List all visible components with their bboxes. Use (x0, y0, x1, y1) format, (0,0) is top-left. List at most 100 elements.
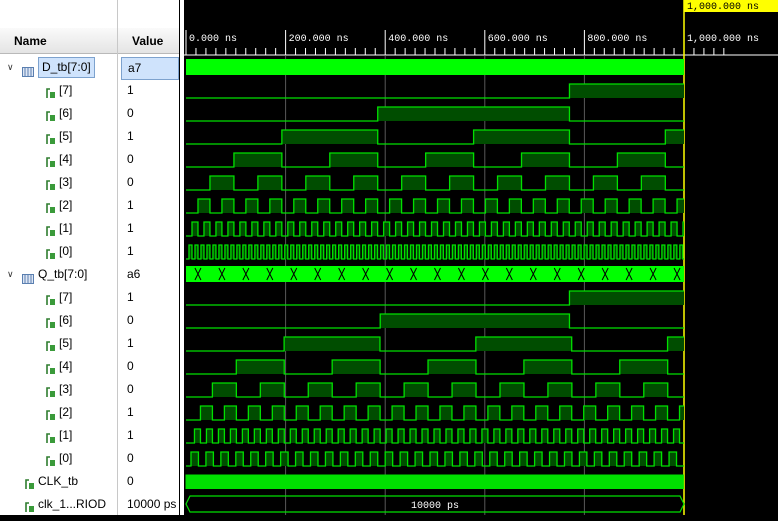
wave-high-fill (461, 199, 474, 213)
wave-high-fill (474, 452, 483, 466)
wave-high-fill (459, 452, 468, 466)
value-column-header[interactable]: Value (118, 28, 179, 54)
signal-row-1[interactable]: [7] (0, 79, 117, 102)
signal-name: [6] (59, 313, 73, 327)
wave-high-fill (455, 222, 462, 236)
signal-row-11[interactable]: [6] (0, 309, 117, 332)
bit-signal-icon (46, 383, 56, 397)
signal-row-15[interactable]: [2] (0, 401, 117, 424)
wave-high-fill (479, 222, 486, 236)
wave-high-fill (398, 429, 405, 443)
signal-name: [3] (59, 175, 73, 189)
wave-high-fill (653, 199, 666, 213)
wave-high-fill (677, 199, 684, 213)
signal-row-5[interactable]: [3] (0, 171, 117, 194)
wave-high-fill (323, 222, 330, 236)
signal-row-9[interactable]: ∨ Q_tb[7:0] (0, 263, 117, 286)
signal-row-8[interactable]: [0] (0, 240, 117, 263)
wave-high-fill (581, 199, 594, 213)
wave-high-fill (649, 429, 656, 443)
wave-high-fill (347, 222, 354, 236)
signal-value: 1 (127, 336, 134, 350)
wave-high-fill (284, 337, 380, 351)
wave-high-fill (341, 199, 354, 213)
signal-row-16[interactable]: [1] (0, 424, 117, 447)
wave-high-fill (593, 176, 618, 190)
signal-row-14[interactable]: [3] (0, 378, 117, 401)
wave-high-fill (356, 383, 381, 397)
expand-chevron-icon[interactable]: ∨ (7, 263, 14, 286)
waveform-canvas[interactable]: 0.000 ns 200.000 ns 400.000 ns 600.000 ns 80… (184, 0, 778, 515)
signal-row-0[interactable]: ∨ D_tb[7:0] (0, 56, 117, 79)
wave-high-fill (553, 429, 560, 443)
wave-high-fill (314, 429, 321, 443)
wave-high-fill (445, 429, 452, 443)
wave-high-fill (523, 360, 572, 374)
signal-row-4[interactable]: [4] (0, 148, 117, 171)
signal-value: a6 (127, 267, 141, 281)
bit-signal-icon (46, 107, 56, 121)
wave-high-fill (385, 452, 393, 466)
wave-high-fill (419, 222, 426, 236)
wave-high-fill (443, 222, 450, 236)
signal-row-18[interactable]: CLK_tb (0, 470, 117, 493)
wave-high-fill (439, 406, 452, 420)
wave-high-fill (489, 452, 498, 466)
wave-high-fill (515, 222, 522, 236)
signal-name: [0] (59, 244, 73, 258)
ruler-tick-label: 600.000 ns (488, 34, 548, 45)
signal-row-10[interactable]: [7] (0, 286, 117, 309)
wave-high-fill (311, 222, 318, 236)
signal-row-12[interactable]: [5] (0, 332, 117, 355)
signal-row-17[interactable]: [0] (0, 447, 117, 470)
wave-high-fill (607, 406, 620, 420)
wave-high-fill (280, 452, 289, 466)
wave-high-fill (673, 429, 680, 443)
bit-signal-icon (25, 475, 35, 489)
wave-high-fill (317, 199, 330, 213)
wave-high-fill (659, 222, 666, 236)
wave-high-fill (647, 222, 654, 236)
wave-high-fill (505, 429, 512, 443)
wave-high-fill (370, 452, 378, 466)
wave-high-fill (587, 222, 594, 236)
wave-high-fill (599, 222, 606, 236)
signal-row-7[interactable]: [1] (0, 217, 117, 240)
wave-high-fill (335, 222, 342, 236)
ruler-tick-label: 0.000 ns (189, 34, 237, 45)
signal-row-13[interactable]: [4] (0, 355, 117, 378)
wave-high-fill (326, 429, 333, 443)
wave-high-fill (679, 406, 684, 420)
bit-signal-icon (46, 406, 56, 420)
wave-high-fill (655, 406, 668, 420)
wave-high-fill (667, 337, 684, 351)
name-column-header[interactable]: Name (0, 28, 117, 54)
signal-name: [1] (59, 221, 73, 235)
wave-high-fill (332, 360, 381, 374)
signal-row-6[interactable]: [2] (0, 194, 117, 217)
bit-signal-icon (46, 130, 56, 144)
wave-high-fill (299, 222, 306, 236)
signal-value: 10000 ps (127, 497, 177, 511)
bit-signal-icon (46, 199, 56, 213)
wave-high-fill (434, 429, 440, 443)
wave-high-fill (205, 452, 214, 466)
wave-high-fill (212, 383, 237, 397)
signal-row-3[interactable]: [5] (0, 125, 117, 148)
bit-signal-icon (46, 337, 56, 351)
wave-high-fill (296, 406, 309, 420)
wave-high-fill (509, 199, 522, 213)
wave-high-fill (224, 406, 237, 420)
wave-high-fill (457, 429, 464, 443)
wave-high-fill (428, 360, 476, 374)
wave-high-fill (539, 222, 546, 236)
wave-high-fill (669, 452, 677, 466)
signal-row-2[interactable]: [6] (0, 102, 117, 125)
wave-high-fill (579, 452, 587, 466)
wave-high-fill (344, 406, 357, 420)
wave-high-fill (485, 199, 498, 213)
signal-row-19[interactable]: clk_1...RIOD (0, 493, 117, 516)
wave-high-fill (547, 383, 572, 397)
expand-chevron-icon[interactable]: ∨ (7, 56, 14, 79)
wave-high-fill (400, 452, 408, 466)
